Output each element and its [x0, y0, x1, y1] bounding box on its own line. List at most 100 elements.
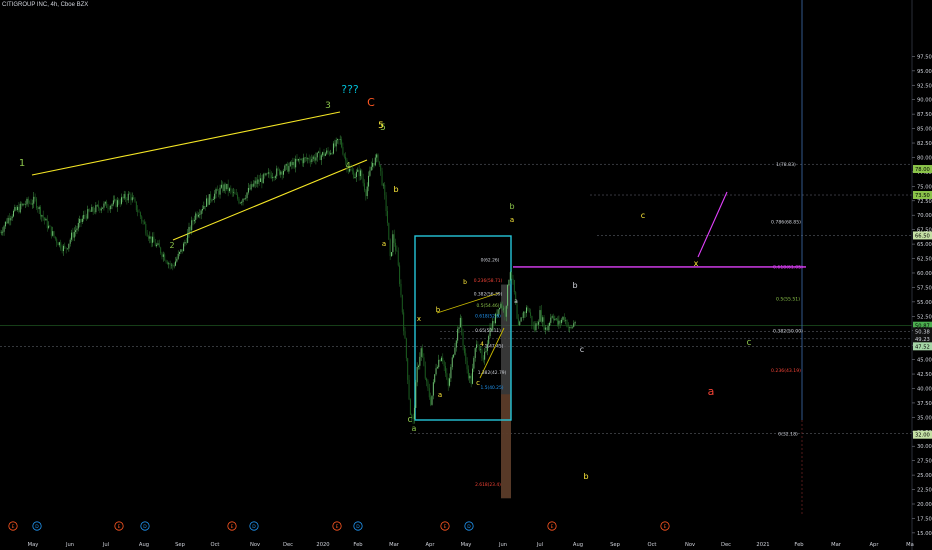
candle-body [277, 168, 279, 170]
candle-body [130, 194, 132, 201]
candle-body [527, 307, 529, 310]
wave-label: c [747, 338, 752, 348]
time-tick-label: Jul [536, 542, 543, 548]
candle-body [8, 217, 10, 221]
candle-body [420, 348, 422, 357]
candle-body [121, 197, 122, 204]
candle-body [75, 230, 77, 232]
candle-body [416, 367, 418, 383]
candle-body [54, 236, 56, 239]
candle-body [455, 340, 457, 348]
event-marker-label: E [12, 524, 15, 530]
candle-body [428, 388, 430, 398]
candle-body [559, 320, 561, 323]
candle-body [297, 158, 299, 161]
candle-body [565, 320, 567, 321]
candle-body [42, 215, 44, 218]
candle-body [361, 170, 363, 179]
candle-body [354, 176, 356, 179]
candle-body [432, 382, 434, 396]
candle-body [195, 213, 197, 220]
candle-body [435, 368, 437, 375]
candle-body [555, 318, 557, 320]
fib-box-label: 0.618(52.6) [475, 314, 501, 320]
candle-body [544, 327, 546, 330]
candle-body [157, 243, 159, 245]
candle-body [185, 242, 187, 243]
candle-body [73, 231, 75, 238]
candle-body [152, 236, 154, 243]
candle-body [247, 187, 249, 193]
candle-body [318, 151, 320, 153]
candle-body [470, 375, 472, 384]
candle-body [331, 153, 333, 154]
candle-body [173, 265, 175, 267]
candle-body [102, 207, 104, 209]
time-tick-label: Jun [65, 542, 74, 548]
candle-body [14, 207, 16, 211]
price-tick-label: 55.00 [917, 300, 932, 306]
candle-body [150, 236, 152, 243]
time-tick-label: Nov [685, 542, 695, 548]
candle-body [553, 316, 554, 320]
candle-body [512, 278, 514, 281]
candle-body [62, 245, 64, 252]
candle-body [273, 177, 275, 178]
candle-body [79, 219, 81, 223]
candle-body [272, 177, 274, 179]
candle-body [99, 208, 101, 211]
candle-body [481, 349, 483, 359]
price-chart[interactable]: 1(78.83) 0.786(68.85) 0.618(61.05) 0.5(55.5… [0, 0, 932, 550]
candle-body [274, 176, 276, 178]
candle-body [149, 236, 151, 239]
candle-body [67, 248, 68, 250]
candle-body [270, 175, 272, 179]
candle-body [33, 196, 35, 204]
price-tick-label: 37.50 [917, 401, 932, 407]
candle-body [169, 263, 171, 265]
candle-body [462, 332, 464, 346]
candle-body [472, 368, 473, 384]
candle-body [17, 206, 19, 211]
candle-body [381, 171, 383, 186]
candle-body [64, 245, 66, 248]
candle-body [341, 139, 343, 148]
candle-body [176, 258, 178, 262]
candle-body [570, 327, 572, 328]
candle-body [153, 236, 155, 243]
candle-body [543, 317, 545, 330]
candle-body [4, 221, 6, 227]
fib-box-label: 1.382(42.79) [478, 370, 507, 376]
wave-label: a [382, 240, 386, 248]
candle-body [80, 219, 82, 222]
candle-body [175, 261, 176, 266]
candle-body [251, 184, 253, 187]
candle-body [10, 218, 12, 221]
fib-level-label: 0(32.18) [778, 431, 798, 437]
price-badge-label: 47.52 [915, 344, 930, 350]
candle-body [347, 169, 349, 172]
candle-body [69, 239, 71, 244]
candle-body [38, 206, 40, 210]
candle-body [126, 199, 128, 201]
candle-body [323, 152, 325, 156]
price-tick-label: 52.50 [917, 314, 932, 320]
candle-body [116, 200, 118, 207]
candle-body [551, 316, 553, 318]
candle-body [305, 157, 307, 160]
candle-body [482, 358, 484, 360]
candle-body [558, 320, 560, 325]
candle-body [426, 378, 428, 382]
fib-box-label: 0.65(50.11) [475, 328, 501, 334]
price-tick-label: 40.00 [917, 386, 932, 392]
candle-body [310, 160, 311, 163]
price-tick-label: 42.50 [917, 372, 932, 378]
time-tick-label: Feb [353, 542, 363, 548]
candle-body [314, 156, 316, 161]
event-marker-label: D [143, 524, 147, 530]
candle-body [25, 204, 27, 205]
candle-body [166, 261, 168, 265]
candle-body [45, 218, 47, 221]
price-badge-label: 78.00 [915, 167, 930, 173]
fib-box-label: 0.382(56.39) [474, 292, 503, 298]
